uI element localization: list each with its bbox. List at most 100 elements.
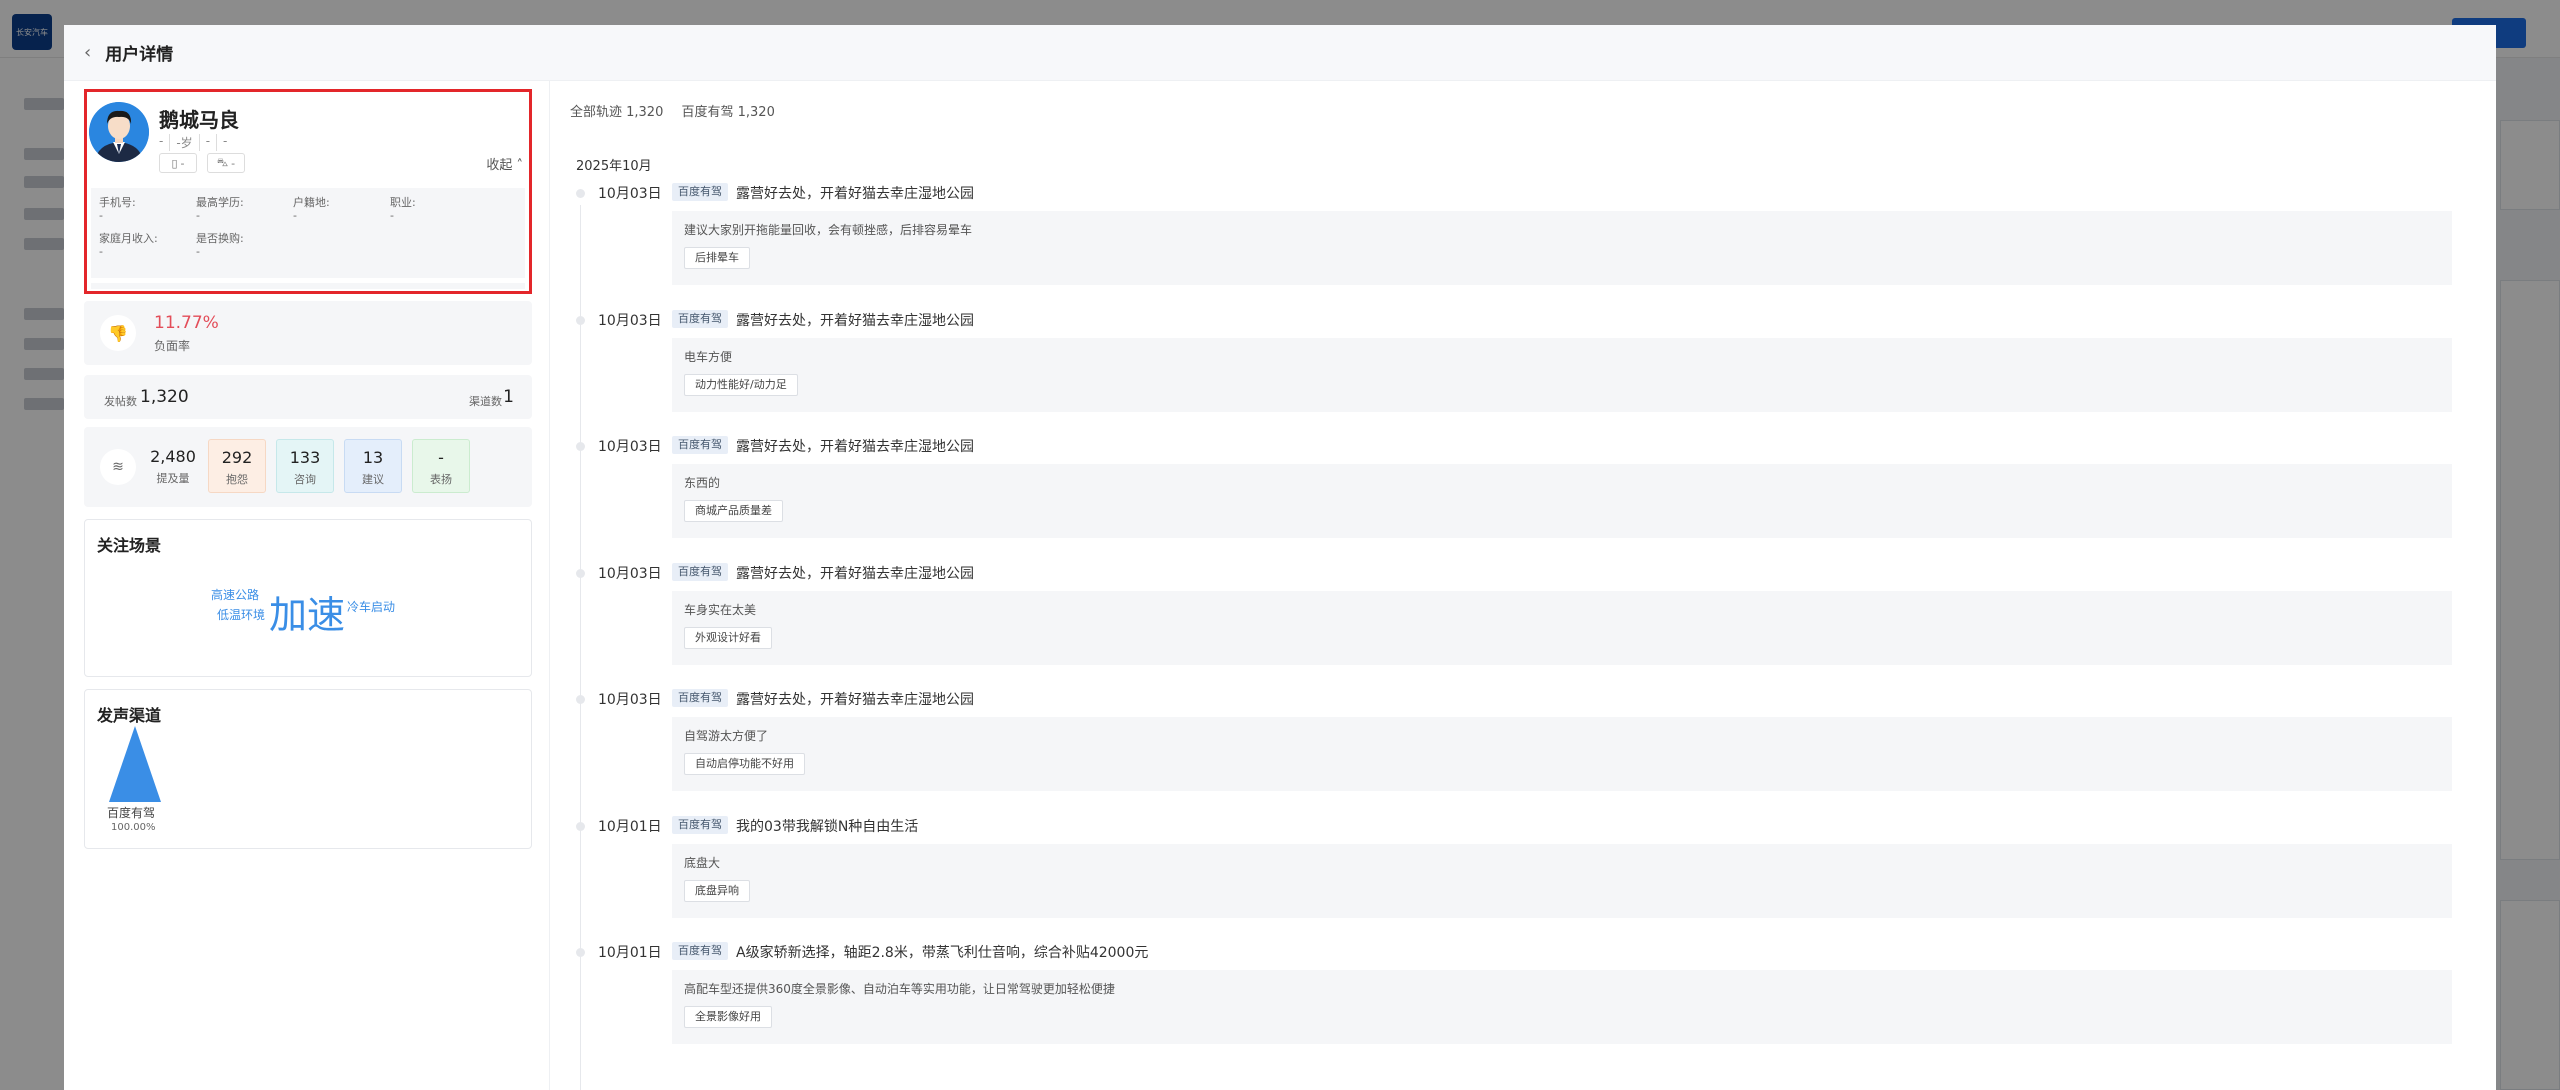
post-excerpt-box: 建议大家别开拖能量回收，会有顿挫感，后排容易晕车后排晕车: [672, 211, 2452, 285]
metric-praise[interactable]: - 表扬: [412, 439, 470, 493]
timeline-dot: [576, 568, 585, 578]
timeline-item[interactable]: 10月03日 百度有驾 露营好去处，开着好猫去幸庄湿地公园 自驾游太方便了 自动启停功能…: [550, 683, 2496, 809]
opinion-tag[interactable]: 动力性能好/动力足: [684, 373, 798, 396]
post-title[interactable]: 露营好去处，开着好猫去幸庄湿地公园: [736, 563, 974, 583]
negative-rate-label: 负面率: [154, 339, 191, 353]
post-title[interactable]: 露营好去处，开着好猫去幸庄湿地公园: [736, 689, 974, 709]
clipboard-icon: ▯: [171, 156, 178, 170]
timeline-item[interactable]: 10月03日 百度有驾 露营好去处，开着好猫去幸庄湿地公园车身实在太美外观设计好看: [550, 557, 2496, 683]
channel-chart: [109, 726, 161, 802]
voice-channels-title: 发声渠道: [97, 706, 162, 725]
timeline-date: 10月03日: [598, 565, 662, 582]
timeline-item[interactable]: 10月01日 百度有驾 A级家轿新选择，轴距2.8米，带蒸飞利仕音响，综合补贴420…: [550, 936, 2496, 1062]
post-excerpt: 自驾游太方便了: [684, 729, 769, 743]
source-badge: 百度有驾: [672, 183, 728, 201]
negative-rate-card: 👎 11.77% 负面率: [84, 301, 532, 365]
source-badge: 百度有驾: [672, 942, 728, 960]
repurchase-field: 是否换购: -: [196, 232, 244, 258]
metric-inquiries[interactable]: 133 咨询: [276, 439, 334, 493]
post-excerpt: 车身实在太美: [684, 602, 757, 617]
post-excerpt: 建议大家别开拖能量回收，会有顿挫感，后排容易晕车: [684, 223, 973, 237]
profile-divider: [91, 283, 525, 289]
voice-channels-panel: 发声渠道 百度有驾 100.00%: [84, 689, 532, 849]
post-count-card: 发帖数 1,320 渠道数 1: [84, 375, 532, 419]
opinion-tag[interactable]: 全景影像好用: [684, 1006, 772, 1028]
timeline-dot: [576, 948, 585, 957]
timeline-date: 10月01日: [598, 818, 662, 835]
phone-chip: ▯ -: [159, 153, 197, 173]
word-cloud-term[interactable]: 冷车启动: [347, 598, 395, 615]
waveform-icon: ≋: [100, 449, 136, 485]
hometown-field: 户籍地: -: [293, 196, 330, 222]
metric-complaints[interactable]: 292 抱怨: [208, 439, 266, 493]
post-title[interactable]: 露营好去处，开着好猫去幸庄湿地公园: [736, 436, 974, 456]
channel-name-label: 百度有驾: [107, 806, 156, 820]
filter-all[interactable]: 全部轨迹 1,320: [570, 105, 663, 120]
post-title[interactable]: A级家轿新选择，轴距2.8米，带蒸飞利仕音响，综合补贴42000元: [736, 942, 1148, 962]
timeline-item[interactable]: 10月03日 百度有驾 露营好去处，开着好猫去幸庄湿地公园 东西的 商城产品质量差: [550, 430, 2496, 556]
opinion-tag[interactable]: 底盘异响: [684, 879, 750, 902]
region-tag: -: [206, 134, 218, 151]
timeline-item[interactable]: 10月03日 百度有驾 露营好去处，开着好猫去幸庄湿地公园电车方便动力性能好/动力足: [550, 304, 2496, 430]
word-cloud-term[interactable]: 加速: [269, 584, 345, 639]
timeline-dot: [576, 315, 585, 325]
profile-info-grid: 手机号: - 最高学历: - 户籍地: - 职业: - 家庭月收入: - 是否换购: -: [91, 188, 525, 278]
source-badge: 百度有驾: [672, 689, 728, 707]
post-excerpt: 高配车型还提供360度全景影像、自动泊车等实用功能，让日常驾驶更加轻松便捷: [684, 982, 1115, 996]
opinion-tag[interactable]: 自动启停功能不好用: [684, 753, 805, 775]
post-excerpt-box: 东西的 商城产品质量差: [672, 464, 2452, 538]
user-detail-modal: ‹ 用户详情 鹅城马良 - -岁 - - ▯ - ⛍ - 收起 ˄ 手机号: -…: [64, 25, 2496, 1090]
user-chips: ▯ - ⛍ -: [159, 153, 245, 173]
age-tag: -岁: [176, 134, 200, 151]
post-count-value: 1,320: [140, 387, 189, 407]
post-excerpt: 底盘大: [684, 855, 721, 870]
source-badge: 百度有驾: [672, 436, 728, 454]
user-timeline-panel: 全部轨迹 1,320 百度有驾 1,320 2025年10月 10月03日 百度有…: [550, 81, 2496, 1090]
chevron-up-icon: ˄: [512, 158, 523, 173]
income-field: 家庭月收入: -: [99, 232, 158, 258]
word-cloud-term[interactable]: 低温环境: [217, 606, 265, 623]
car-icon: ⛍: [216, 155, 229, 169]
opinion-tag[interactable]: 商城产品质量差: [684, 500, 783, 522]
negative-rate-value: 11.77%: [154, 313, 219, 333]
channel-count-label: 渠道数: [469, 395, 502, 408]
chevron-left-icon[interactable]: ‹: [84, 42, 91, 63]
source-badge: 百度有驾: [672, 309, 728, 328]
metric-suggestions[interactable]: 13 建议: [344, 439, 402, 493]
channel-bar[interactable]: [109, 726, 161, 802]
timeline-item[interactable]: 10月01日 百度有驾 我的03带我解锁N种自由生活 底盘大 底盘异响: [550, 810, 2496, 936]
user-tags: - -岁 - -: [159, 134, 233, 151]
avatar: [89, 102, 149, 162]
modal-header: ‹ 用户详情: [64, 25, 2496, 81]
focus-scenes-title: 关注场景: [97, 536, 162, 555]
source-badge: 百度有驾: [672, 562, 728, 581]
post-title[interactable]: 露营好去处，开着好猫去幸庄湿地公园: [736, 310, 974, 330]
metric-mentions: 2,480 提及量: [150, 447, 196, 485]
post-excerpt-box: 高配车型还提供360度全景影像、自动泊车等实用功能，让日常驾驶更加轻松便捷全景影…: [672, 970, 2452, 1044]
word-cloud-term[interactable]: 高速公路: [211, 586, 259, 603]
post-title[interactable]: 我的03带我解锁N种自由生活: [736, 816, 918, 836]
collapse-button[interactable]: 收起 ˄: [486, 154, 523, 173]
user-name: 鹅城马良: [159, 108, 239, 132]
user-summary-panel: 鹅城马良 - -岁 - - ▯ - ⛍ - 收起 ˄ 手机号: - 最高学历: - 户籍…: [64, 81, 550, 1090]
opinion-tag[interactable]: 后排晕车: [684, 247, 750, 269]
post-excerpt-box: 电车方便动力性能好/动力足: [672, 337, 2452, 412]
post-title[interactable]: 露营好去处，开着好猫去幸庄湿地公园: [736, 183, 974, 203]
post-excerpt: 电车方便: [684, 349, 733, 364]
profile-card: 鹅城马良 - -岁 - - ▯ - ⛍ - 收起 ˄ 手机号: - 最高学历: - 户籍…: [84, 89, 532, 294]
modal-title: 用户详情: [105, 45, 174, 65]
timeline-filter: 全部轨迹 1,320 百度有驾 1,320: [570, 101, 789, 120]
opinion-tag[interactable]: 外观设计好看: [684, 626, 772, 649]
mention-metrics-card: ≋ 2,480 提及量 292 抱怨 133 咨询 13 建议 - 表扬: [84, 427, 532, 507]
post-excerpt-box: 自驾游太方便了自动启停功能不好用: [672, 717, 2452, 791]
timeline-date: 10月03日: [598, 312, 662, 329]
timeline-dot: [576, 189, 585, 198]
focus-scenes-panel: 关注场景 高速公路 低温环境 加速 冷车启动: [84, 519, 532, 677]
filter-baidu[interactable]: 百度有驾 1,320: [682, 105, 775, 120]
extra-tag: -: [223, 134, 228, 148]
timeline-item[interactable]: 10月03日 百度有驾 露营好去处，开着好猫去幸庄湿地公园 建议大家别开拖能量回收，会…: [550, 177, 2496, 303]
post-excerpt-box: 车身实在太美外观设计好看: [672, 590, 2452, 665]
post-count-label: 发帖数: [104, 395, 137, 408]
timeline-dot: [576, 821, 585, 831]
channel-share-label: 100.00%: [111, 822, 156, 833]
